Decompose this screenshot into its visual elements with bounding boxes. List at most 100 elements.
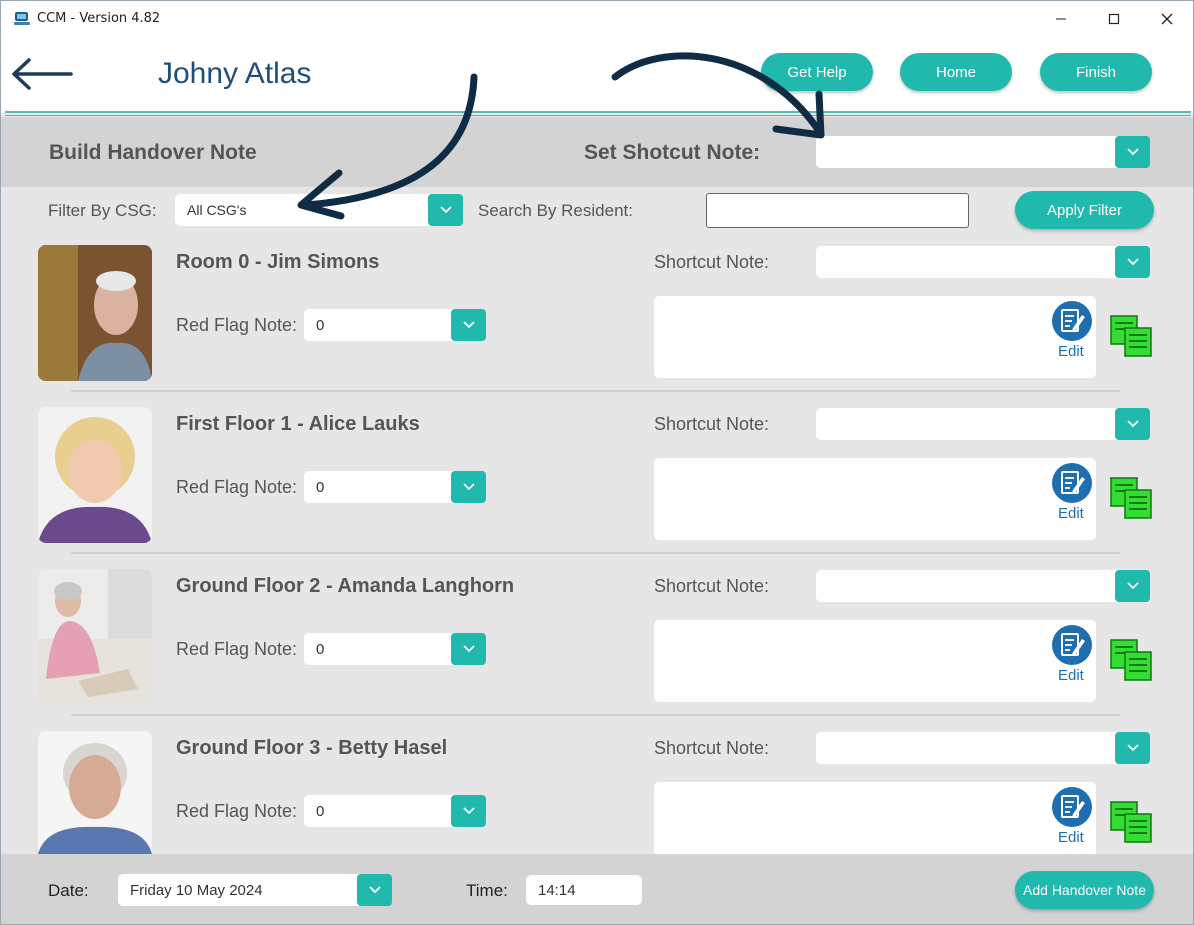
handover-note-textarea[interactable] bbox=[654, 458, 1096, 540]
copy-notes-icon[interactable] bbox=[1109, 314, 1153, 358]
dropdown-toggle[interactable] bbox=[1115, 570, 1150, 602]
shortcut-note-label: Shortcut Note: bbox=[654, 414, 770, 434]
chevron-down-icon bbox=[462, 645, 475, 653]
user-name: Johny Atlas bbox=[158, 57, 312, 90]
edit-label[interactable]: Edit bbox=[1058, 505, 1084, 522]
title-bar: CCM - Version 4.82 bbox=[1, 1, 1193, 37]
shortcut-note-dropdown[interactable] bbox=[816, 246, 1150, 278]
app-icon bbox=[14, 12, 30, 25]
shortcut-note-label: Shortcut Note: bbox=[654, 252, 770, 272]
handover-note-textarea[interactable] bbox=[654, 620, 1096, 702]
resident-photo bbox=[38, 569, 152, 705]
red-flag-dropdown[interactable]: 0 bbox=[304, 633, 486, 665]
dropdown-toggle[interactable] bbox=[357, 874, 392, 906]
row-divider bbox=[71, 552, 1120, 554]
set-shortcut-dropdown[interactable] bbox=[816, 136, 1150, 168]
chevron-down-icon bbox=[1126, 420, 1139, 428]
red-flag-label: Red Flag Note: bbox=[176, 801, 298, 821]
dropdown-toggle[interactable] bbox=[1115, 732, 1150, 764]
red-flag-value: 0 bbox=[316, 479, 325, 496]
close-button[interactable] bbox=[1141, 1, 1193, 37]
minimize-icon bbox=[1056, 18, 1066, 20]
filter-csg-dropdown[interactable]: All CSG's bbox=[175, 194, 463, 226]
time-value: 14:14 bbox=[538, 882, 576, 899]
chevron-down-icon bbox=[1126, 744, 1139, 752]
search-resident-input[interactable] bbox=[706, 193, 969, 228]
shortcut-note-label: Shortcut Note: bbox=[654, 738, 770, 758]
resident-photo-image bbox=[38, 407, 152, 543]
dropdown-toggle[interactable] bbox=[451, 633, 486, 665]
resident-photo bbox=[38, 245, 152, 381]
chevron-down-icon bbox=[368, 886, 381, 894]
edit-note-icon[interactable] bbox=[1051, 624, 1093, 666]
resident-photo bbox=[38, 407, 152, 543]
add-handover-note-button[interactable]: Add Handover Note bbox=[1015, 871, 1154, 909]
dropdown-toggle[interactable] bbox=[451, 309, 486, 341]
dropdown-toggle[interactable] bbox=[1115, 136, 1150, 168]
section-title: Build Handover Note bbox=[49, 141, 257, 164]
red-flag-value: 0 bbox=[316, 317, 325, 334]
header-divider-thin bbox=[5, 115, 1191, 116]
finish-button[interactable]: Finish bbox=[1040, 53, 1152, 91]
resident-photo-image bbox=[38, 569, 152, 705]
shortcut-note-label: Shortcut Note: bbox=[654, 576, 770, 596]
edit-label[interactable]: Edit bbox=[1058, 343, 1084, 360]
resident-photo-image bbox=[38, 245, 152, 381]
apply-filter-button[interactable]: Apply Filter bbox=[1015, 191, 1154, 229]
shortcut-note-dropdown[interactable] bbox=[816, 408, 1150, 440]
filter-csg-label: Filter By CSG: bbox=[48, 201, 157, 220]
time-label: Time: bbox=[466, 881, 508, 900]
date-label: Date: bbox=[48, 881, 89, 900]
dropdown-toggle[interactable] bbox=[1115, 246, 1150, 278]
chevron-down-icon bbox=[1126, 258, 1139, 266]
time-input[interactable]: 14:14 bbox=[526, 875, 642, 905]
chevron-down-icon bbox=[1126, 148, 1139, 156]
dropdown-toggle[interactable] bbox=[1115, 408, 1150, 440]
resident-name: Ground Floor 3 - Betty Hasel bbox=[176, 737, 448, 759]
edit-label[interactable]: Edit bbox=[1058, 667, 1084, 684]
resident-name: Room 0 - Jim Simons bbox=[176, 251, 380, 273]
minimize-button[interactable] bbox=[1035, 1, 1087, 37]
red-flag-dropdown[interactable]: 0 bbox=[304, 795, 486, 827]
row-divider bbox=[71, 714, 1120, 716]
red-flag-label: Red Flag Note: bbox=[176, 477, 298, 497]
red-flag-value: 0 bbox=[316, 641, 325, 658]
handover-note-textarea[interactable] bbox=[654, 782, 1096, 854]
back-arrow-icon[interactable] bbox=[9, 56, 73, 92]
red-flag-dropdown[interactable]: 0 bbox=[304, 309, 486, 341]
dropdown-toggle[interactable] bbox=[451, 795, 486, 827]
chevron-down-icon bbox=[439, 206, 452, 214]
copy-notes-icon[interactable] bbox=[1109, 638, 1153, 682]
red-flag-label: Red Flag Note: bbox=[176, 639, 298, 659]
home-button[interactable]: Home bbox=[900, 53, 1012, 91]
chevron-down-icon bbox=[462, 483, 475, 491]
resident-name: Ground Floor 2 - Amanda Langhorn bbox=[176, 575, 515, 597]
red-flag-dropdown[interactable]: 0 bbox=[304, 471, 486, 503]
copy-notes-icon[interactable] bbox=[1109, 476, 1153, 520]
shortcut-note-dropdown[interactable] bbox=[816, 732, 1150, 764]
set-shortcut-label: Set Shotcut Note: bbox=[584, 141, 761, 164]
handover-note-textarea[interactable] bbox=[654, 296, 1096, 378]
resident-name: First Floor 1 - Alice Lauks bbox=[176, 413, 420, 435]
chevron-down-icon bbox=[462, 807, 475, 815]
edit-label[interactable]: Edit bbox=[1058, 829, 1084, 846]
shortcut-note-dropdown[interactable] bbox=[816, 570, 1150, 602]
date-value: Friday 10 May 2024 bbox=[130, 882, 263, 899]
resident-photo bbox=[38, 731, 152, 854]
window-title: CCM - Version 4.82 bbox=[37, 11, 161, 26]
edit-note-icon[interactable] bbox=[1051, 300, 1093, 342]
edit-note-icon[interactable] bbox=[1051, 786, 1093, 828]
red-flag-label: Red Flag Note: bbox=[176, 315, 298, 335]
resident-photo-image bbox=[38, 731, 152, 854]
get-help-button[interactable]: Get Help bbox=[761, 53, 873, 91]
dropdown-toggle[interactable] bbox=[451, 471, 486, 503]
red-flag-value: 0 bbox=[316, 803, 325, 820]
date-dropdown[interactable]: Friday 10 May 2024 bbox=[118, 874, 392, 906]
maximize-button[interactable] bbox=[1088, 1, 1140, 37]
filter-csg-value: All CSG's bbox=[187, 202, 247, 218]
dropdown-toggle[interactable] bbox=[428, 194, 463, 226]
search-resident-label: Search By Resident: bbox=[478, 201, 633, 220]
copy-notes-icon[interactable] bbox=[1109, 800, 1153, 844]
edit-note-icon[interactable] bbox=[1051, 462, 1093, 504]
chevron-down-icon bbox=[1126, 582, 1139, 590]
